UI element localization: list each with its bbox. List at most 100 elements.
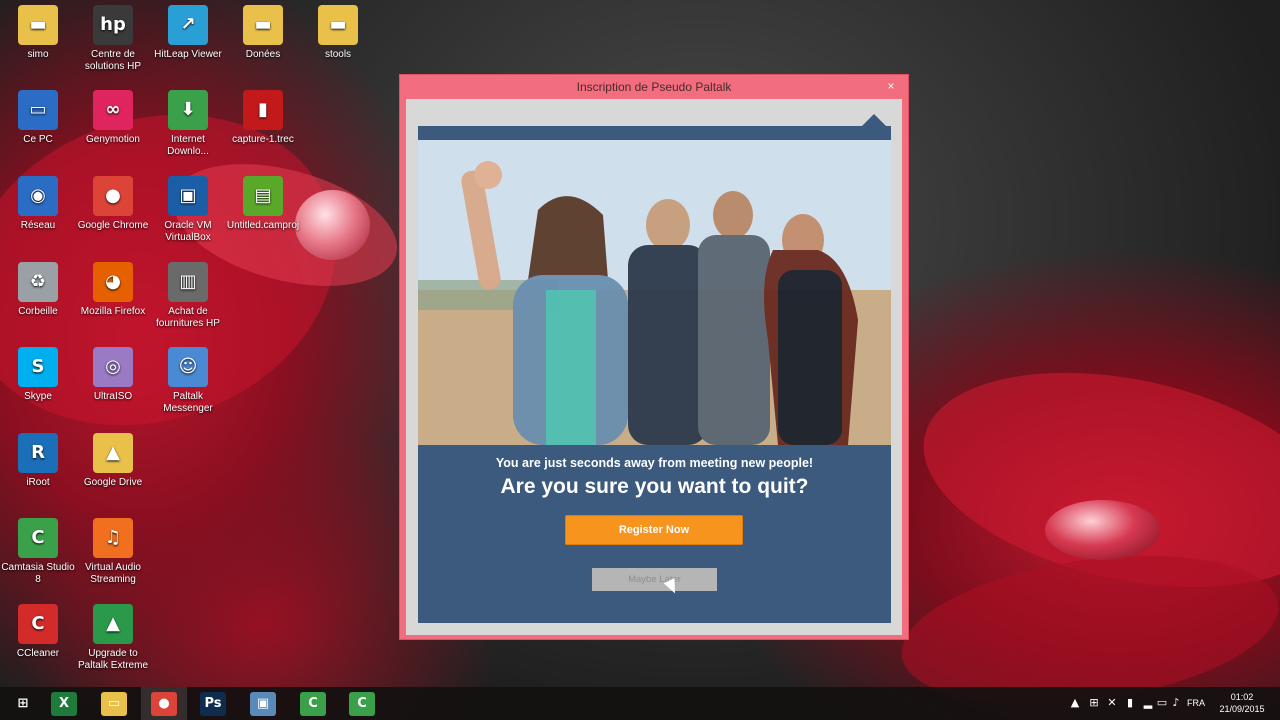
- maybe-later-button[interactable]: Maybe Later: [592, 568, 717, 591]
- collapse-arrow-icon[interactable]: [860, 114, 888, 128]
- skype-icon: S: [18, 347, 58, 387]
- desktop-shortcut[interactable]: ☺ Paltalk Messenger: [150, 347, 226, 415]
- dialog-title: Inscription de Pseudo Paltalk: [576, 80, 732, 94]
- remote-desktop-icon: ▣: [250, 691, 276, 716]
- show-hidden-icons-icon[interactable]: ▲: [1067, 695, 1083, 711]
- taskbar-item[interactable]: ⊞: [0, 687, 46, 720]
- desktop-shortcut-label: CCleaner: [16, 648, 60, 659]
- desktop-shortcut[interactable]: ◉ Réseau: [0, 176, 76, 232]
- desktop-shortcut-label: Achat de fournitures HP: [156, 306, 220, 329]
- camtasia-icon: C: [300, 691, 326, 716]
- desktop-shortcut[interactable]: ◕ Mozilla Firefox: [75, 262, 151, 318]
- desktop-shortcut[interactable]: ↗ HitLeap Viewer: [150, 5, 226, 61]
- desktop-shortcut-label: simo: [27, 49, 49, 60]
- desktop-shortcut-label: Paltalk Messenger: [163, 391, 213, 414]
- desktop-shortcut-label: capture-1.trec: [232, 134, 294, 145]
- taskbar: ⊞ X ▭ ● Ps ▣ C C ▲ ⊞ ✕ ▮ ▂ ▭ ♪ FRA 01:02 21/09/…: [0, 687, 1280, 720]
- wallpaper-water-drop: [295, 190, 370, 260]
- clock-time: 01:02: [1230, 692, 1254, 702]
- camtasia-recorder-icon: C: [349, 691, 375, 716]
- input-language-indicator[interactable]: FRA: [1187, 687, 1205, 720]
- desktop-shortcut-label: Virtual Audio Streaming: [85, 562, 141, 585]
- desktop-shortcut[interactable]: C CCleaner: [0, 604, 76, 660]
- paltalk-extreme-icon: ▲: [93, 604, 133, 644]
- desktop-shortcut[interactable]: ▭ Ce PC: [0, 90, 76, 146]
- folder-icon: ▬: [318, 5, 358, 45]
- desktop-shortcut[interactable]: ▬ simo: [0, 5, 76, 61]
- volume-icon[interactable]: ♪: [1168, 695, 1184, 711]
- trec-icon: ▮: [243, 90, 283, 130]
- taskbar-item[interactable]: C: [339, 687, 385, 720]
- virtualbox-icon: ▣: [168, 176, 208, 216]
- idm-icon: ⬇: [168, 90, 208, 130]
- disc-icon: ◎: [93, 347, 133, 387]
- desktop-shortcut[interactable]: ▤ Untitled.camproj: [225, 176, 301, 232]
- desktop-shortcut-label: Google Drive: [83, 477, 143, 488]
- signup-panel: You are just seconds away from meeting n…: [418, 114, 891, 623]
- windows-start-icon: ⊞: [17, 696, 29, 711]
- printer-icon: ▥: [168, 262, 208, 302]
- friends-photo: [418, 140, 891, 445]
- genymotion-icon: ∞: [93, 90, 133, 130]
- photoshop-icon: Ps: [200, 691, 226, 716]
- hp-icon: hp: [93, 5, 133, 45]
- google-drive-icon: ▲: [93, 433, 133, 473]
- close-button[interactable]: ×: [882, 78, 900, 94]
- folder-icon: ▬: [243, 5, 283, 45]
- desktop-shortcut-label: Upgrade to Paltalk Extreme: [77, 648, 149, 671]
- desktop-shortcut-label: Internet Downlo...: [167, 134, 209, 157]
- desktop-shortcut[interactable]: ▮ capture-1.trec: [225, 90, 301, 146]
- desktop-shortcut[interactable]: ◎ UltraISO: [75, 347, 151, 403]
- wallpaper-petal: [903, 338, 1280, 622]
- folder-icon: ▬: [18, 5, 58, 45]
- desktop-shortcut[interactable]: ● Google Chrome: [75, 176, 151, 232]
- windows-flag-tray-icon[interactable]: ⊞: [1086, 695, 1102, 711]
- desktop-shortcut[interactable]: hp Centre de solutions HP: [75, 5, 151, 73]
- desktop-shortcut[interactable]: ▬ Donées: [225, 5, 301, 61]
- tray-app-icon[interactable]: ▮: [1122, 695, 1138, 711]
- network-error-tray-icon[interactable]: ✕: [1104, 695, 1120, 711]
- desktop-shortcut[interactable]: ▲ Upgrade to Paltalk Extreme: [75, 604, 151, 672]
- quit-confirmation-heading: Are you sure you want to quit?: [500, 475, 809, 498]
- taskbar-item[interactable]: X: [41, 687, 87, 720]
- taskbar-item[interactable]: ▭: [91, 687, 137, 720]
- desktop-shortcut-label: Mozilla Firefox: [80, 306, 146, 317]
- speaker-icon: ♫: [93, 518, 133, 558]
- network-icon: ◉: [18, 176, 58, 216]
- desktop-shortcut[interactable]: ▣ Oracle VM VirtualBox: [150, 176, 226, 244]
- recycle-bin-icon: ♻: [18, 262, 58, 302]
- register-now-button[interactable]: Register Now: [565, 515, 743, 545]
- taskbar-item[interactable]: C: [290, 687, 336, 720]
- ccleaner-icon: C: [18, 604, 58, 644]
- wallpaper-water-drop: [1045, 500, 1160, 560]
- panel-header-bar: [418, 114, 891, 140]
- desktop-shortcut[interactable]: RiRoot: [0, 433, 76, 489]
- desktop-shortcut[interactable]: ▬ stools: [300, 5, 376, 61]
- desktop-shortcut[interactable]: ⬇ Internet Downlo...: [150, 90, 226, 158]
- desktop-shortcut-label: Untitled.camproj: [226, 220, 300, 231]
- subheadline-text: You are just seconds away from meeting n…: [495, 456, 814, 470]
- iroot-icon: R: [18, 433, 58, 473]
- excel-icon: X: [51, 691, 77, 716]
- desktop-shortcut[interactable]: ▥ Achat de fournitures HP: [150, 262, 226, 330]
- taskbar-item[interactable]: ●: [141, 687, 187, 720]
- desktop-shortcut[interactable]: ♫ Virtual Audio Streaming: [75, 518, 151, 586]
- taskbar-item[interactable]: ▣: [240, 687, 286, 720]
- desktop-shortcut-label: Google Chrome: [77, 220, 149, 231]
- desktop-shortcut-label: iRoot: [26, 477, 50, 488]
- desktop-shortcut-label: UltraISO: [93, 391, 133, 402]
- system-clock[interactable]: 01:02 21/09/2015: [1212, 691, 1272, 715]
- desktop-shortcut[interactable]: ▲ Google Drive: [75, 433, 151, 489]
- taskbar-item[interactable]: Ps: [190, 687, 236, 720]
- desktop-shortcut[interactable]: ♻ Corbeille: [0, 262, 76, 318]
- desktop-shortcut[interactable]: ∞ Genymotion: [75, 90, 151, 146]
- desktop-shortcut-label: Oracle VM VirtualBox: [164, 220, 212, 243]
- chrome-icon: ●: [151, 691, 177, 716]
- desktop-shortcut[interactable]: C Camtasia Studio 8: [0, 518, 76, 586]
- desktop-shortcut-label: Centre de solutions HP: [84, 49, 142, 72]
- file-explorer-icon: ▭: [101, 691, 127, 716]
- desktop-shortcut-label: Camtasia Studio 8: [1, 562, 75, 585]
- desktop-shortcut[interactable]: S Skype: [0, 347, 76, 403]
- camtasia-icon: C: [18, 518, 58, 558]
- firefox-icon: ◕: [93, 262, 133, 302]
